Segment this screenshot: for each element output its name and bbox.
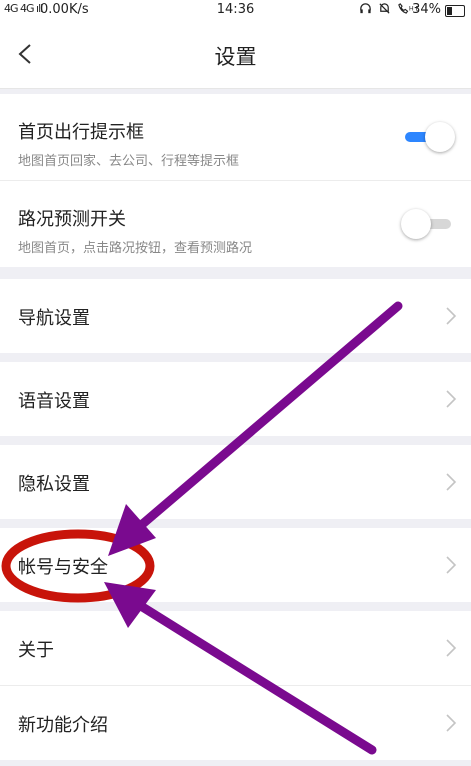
menu-item-label: 导航设置 <box>18 308 90 329</box>
toggle-subtitle: 地图首页，点击路况按钮，查看预测路况 <box>18 241 253 256</box>
nav-bar: 设置 <box>0 20 471 89</box>
menu-item-label: 隐私设置 <box>18 474 90 495</box>
toggle-row-traffic-forecast[interactable]: 路况预测开关 地图首页，点击路况按钮，查看预测路况 <box>0 181 471 267</box>
traffic-forecast-switch[interactable] <box>401 207 455 241</box>
battery-level: 34% <box>412 2 441 17</box>
toggle-row-home-tips[interactable]: 首页出行提示框 地图首页回家、去公司、行程等提示框 <box>0 94 471 181</box>
toggle-section: 首页出行提示框 地图首页回家、去公司、行程等提示框 路况预测开关 地图首页，点击… <box>0 94 471 267</box>
headset-icon <box>360 3 372 14</box>
chevron-right-icon <box>446 473 457 491</box>
toggle-subtitle: 地图首页回家、去公司、行程等提示框 <box>18 154 240 169</box>
toggle-title: 路况预测开关 <box>18 209 126 230</box>
menu-item-privacy-settings[interactable]: 隐私设置 <box>0 445 471 519</box>
page-title: 设置 <box>214 45 257 69</box>
switch-knob <box>425 122 455 152</box>
menu-item-label: 新功能介绍 <box>18 715 108 736</box>
status-icons: HD <box>359 2 421 18</box>
menu-item-navigation-settings[interactable]: 导航设置 <box>0 279 471 353</box>
switch-knob <box>401 209 431 239</box>
bell-off-icon <box>379 3 390 14</box>
menu-item-account-security[interactable]: 帐号与安全 <box>0 528 471 602</box>
toggle-title: 首页出行提示框 <box>18 122 144 143</box>
menu-item-whats-new[interactable]: 新功能介绍 <box>0 686 471 760</box>
menu-item-label: 语音设置 <box>18 391 90 412</box>
chevron-right-icon <box>446 390 457 408</box>
battery-icon <box>445 5 465 17</box>
menu-item-voice-settings[interactable]: 语音设置 <box>0 362 471 436</box>
chevron-right-icon <box>446 639 457 657</box>
menu-item-label: 帐号与安全 <box>18 557 108 578</box>
menu-item-about[interactable]: 关于 <box>0 611 471 686</box>
menu-item-label: 关于 <box>18 640 54 661</box>
chevron-right-icon <box>446 714 457 732</box>
chevron-right-icon <box>446 307 457 325</box>
status-bar: 4G 4G ıll 0.00K/s 14:36 HD 34% <box>0 0 471 20</box>
home-tips-switch[interactable] <box>401 120 455 154</box>
chevron-right-icon <box>446 556 457 574</box>
